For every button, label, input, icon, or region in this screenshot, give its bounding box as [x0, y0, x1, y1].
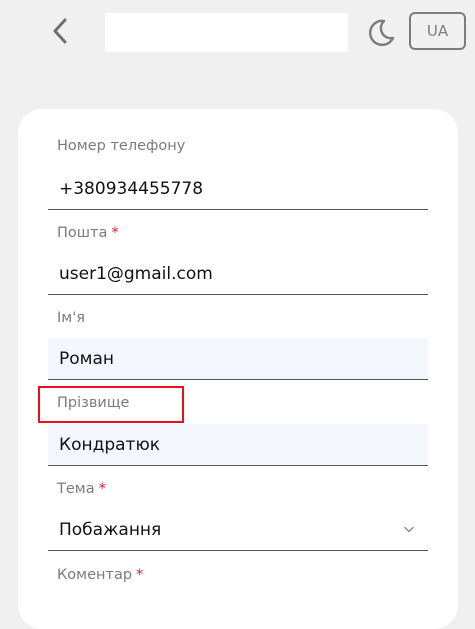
- last-name-value: Кондратюк: [59, 434, 161, 455]
- moon-icon: [369, 19, 395, 47]
- last-name-label-text: Прізвище: [57, 395, 130, 411]
- last-name-field[interactable]: Кондратюк: [48, 424, 428, 466]
- language-label: UA: [426, 22, 449, 40]
- topic-select[interactable]: Побажання: [48, 509, 428, 551]
- language-button[interactable]: UA: [409, 12, 466, 50]
- chevron-left-icon: [53, 18, 67, 44]
- first-name-label: Ім'я: [57, 310, 85, 326]
- email-label: Пошта *: [57, 225, 119, 241]
- comment-label: Коментар *: [57, 567, 143, 583]
- topic-label-text: Тема: [57, 481, 95, 497]
- email-value: user1@gmail.com: [59, 263, 213, 284]
- required-mark: *: [98, 481, 106, 497]
- phone-label: Номер телефону: [57, 138, 185, 154]
- first-name-label-text: Ім'я: [57, 310, 85, 326]
- phone-label-text: Номер телефону: [57, 138, 186, 154]
- topic-value: Побажання: [59, 519, 162, 540]
- first-name-value: Роман: [59, 348, 115, 369]
- chevron-down-icon: [404, 526, 414, 532]
- phone-value: +380934455778: [59, 178, 204, 199]
- email-label-text: Пошта: [57, 225, 108, 241]
- header-search-input[interactable]: [105, 13, 348, 52]
- comment-label-text: Коментар: [57, 567, 133, 583]
- first-name-field[interactable]: Роман: [48, 338, 428, 380]
- back-button[interactable]: [46, 14, 74, 48]
- email-field[interactable]: user1@gmail.com: [48, 253, 428, 295]
- phone-field[interactable]: +380934455778: [48, 168, 428, 210]
- required-mark: *: [111, 225, 119, 241]
- theme-toggle-button[interactable]: [364, 16, 398, 50]
- last-name-label: Прізвище: [57, 395, 129, 411]
- required-mark: *: [136, 567, 144, 583]
- topic-label: Тема *: [57, 481, 106, 497]
